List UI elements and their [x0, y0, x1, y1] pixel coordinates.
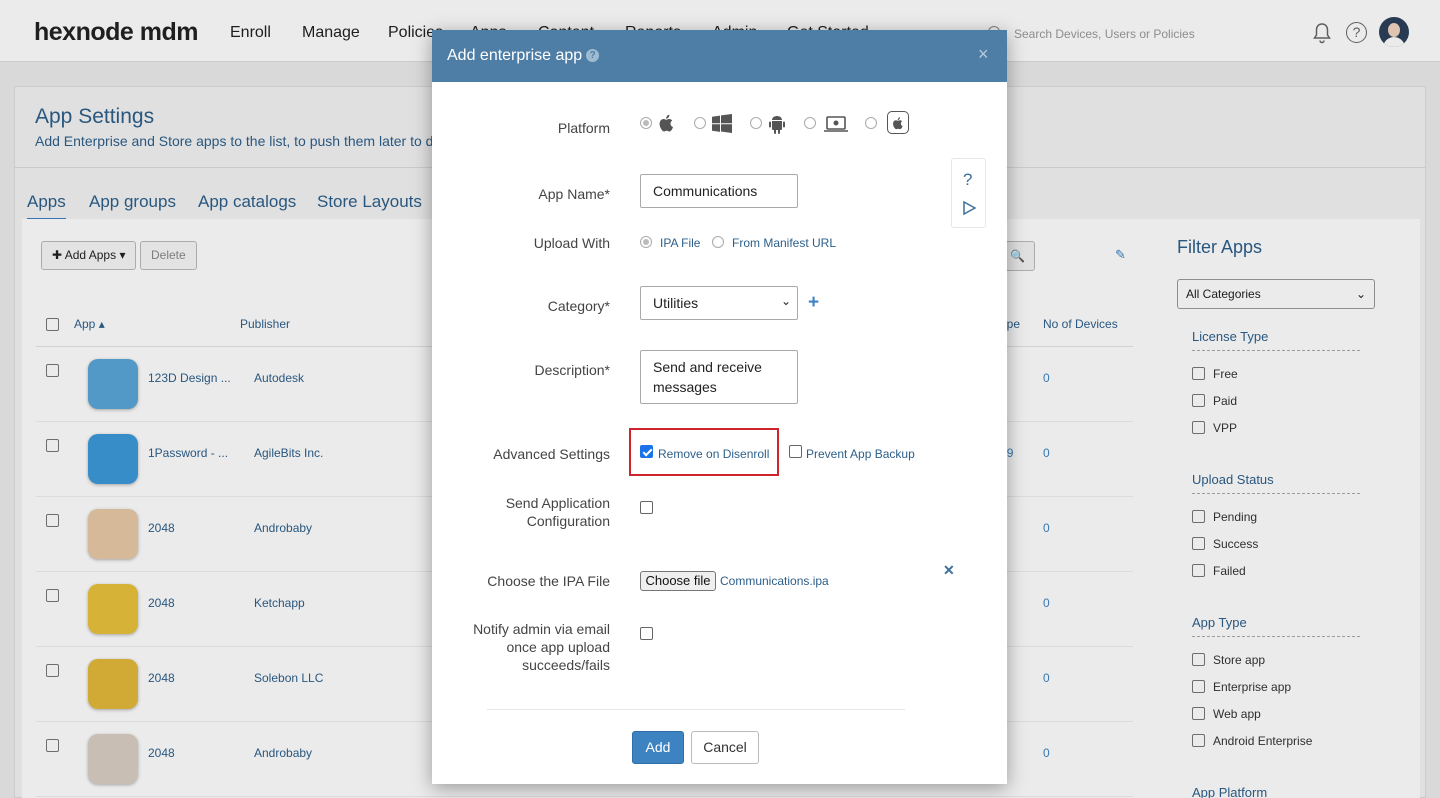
category-select[interactable]: Utilities ⌄	[640, 286, 798, 320]
upload-with-label: Upload With	[533, 235, 610, 251]
platform-label: Platform	[557, 120, 610, 136]
upload-ipa-radio[interactable]	[640, 236, 652, 248]
modal-header: Add enterprise app? ×	[432, 30, 1007, 82]
android-icon	[769, 116, 785, 134]
add-enterprise-app-modal: Add enterprise app? × Platform ? App Nam…	[432, 30, 1007, 784]
windows-icon	[712, 114, 732, 133]
remove-on-disenroll-label[interactable]: Remove on Disenroll	[658, 447, 769, 461]
selected-file-name: Communications.ipa	[720, 574, 829, 588]
play-icon[interactable]	[962, 201, 976, 215]
add-category-icon[interactable]: +	[808, 292, 819, 314]
notify-admin-checkbox[interactable]	[640, 627, 653, 640]
send-config-checkbox[interactable]	[640, 501, 653, 514]
platform-android-radio[interactable]	[750, 117, 762, 129]
platform-macos-radio[interactable]	[804, 117, 816, 129]
description-textarea[interactable]: Send and receive messages	[640, 350, 798, 404]
mac-laptop-icon	[824, 116, 848, 132]
platform-windows-radio[interactable]	[694, 117, 706, 129]
remove-file-icon[interactable]: ✕	[943, 562, 955, 579]
close-icon[interactable]: ×	[978, 44, 989, 65]
upload-manifest-radio[interactable]	[712, 236, 724, 248]
upload-ipa-label[interactable]: IPA File	[660, 236, 700, 250]
notify-admin-label: Notify admin via email once app upload s…	[473, 621, 610, 673]
cancel-button[interactable]: Cancel	[691, 731, 759, 764]
modal-title: Add enterprise app?	[447, 47, 600, 65]
app-name-input[interactable]: Communications	[640, 174, 798, 208]
category-label: Category*	[547, 298, 610, 314]
apple-icon	[659, 114, 673, 132]
add-button[interactable]: Add	[632, 731, 684, 764]
description-label: Description*	[534, 362, 610, 378]
platform-ios-radio[interactable]	[640, 117, 652, 129]
upload-manifest-label[interactable]: From Manifest URL	[732, 236, 836, 250]
prevent-app-backup-checkbox[interactable]	[789, 445, 802, 458]
modal-divider	[487, 709, 905, 710]
apple-tv-icon	[887, 111, 909, 134]
info-icon[interactable]: ?	[586, 49, 600, 63]
advanced-settings-label: Advanced Settings	[493, 446, 610, 462]
choose-file-label: Choose the IPA File	[487, 573, 610, 589]
remove-on-disenroll-checkbox[interactable]	[640, 445, 653, 458]
choose-file-button[interactable]: Choose file	[640, 571, 716, 591]
send-config-label: Send Application Configuration	[505, 495, 610, 529]
prevent-app-backup-label[interactable]: Prevent App Backup	[806, 447, 915, 461]
question-icon[interactable]: ?	[963, 170, 972, 190]
platform-tvos-radio[interactable]	[865, 117, 877, 129]
app-name-label: App Name*	[538, 186, 610, 202]
side-help-panel: ?	[951, 158, 986, 228]
